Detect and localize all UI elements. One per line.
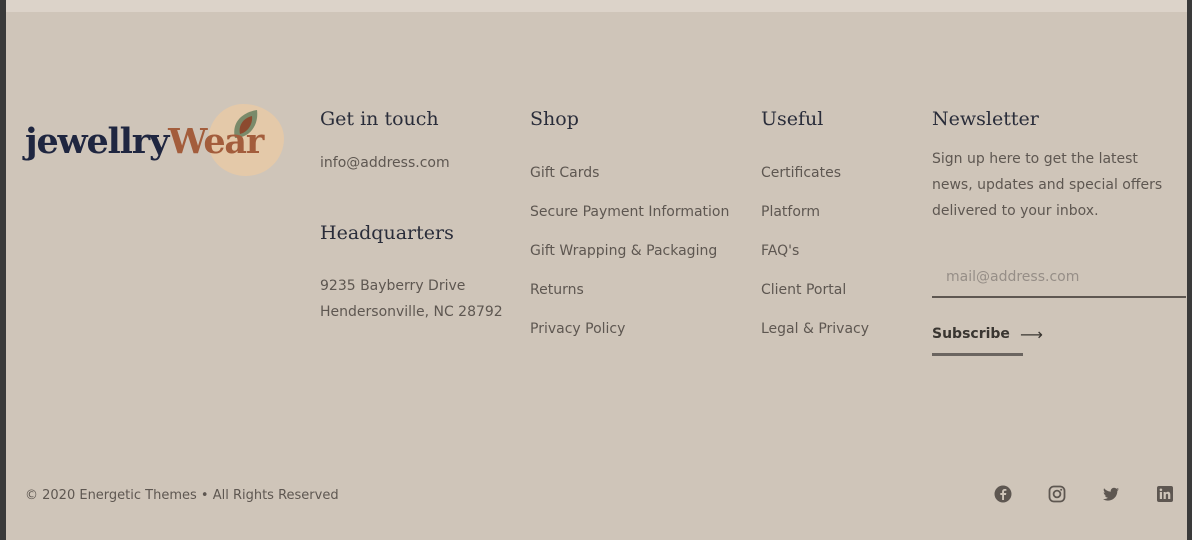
- shop-link-gift-cards[interactable]: Gift Cards: [530, 165, 599, 181]
- useful-heading: Useful: [761, 108, 824, 130]
- useful-link-platform[interactable]: Platform: [761, 204, 820, 220]
- instagram-icon[interactable]: [1048, 485, 1066, 503]
- twitter-icon[interactable]: [1102, 485, 1120, 503]
- top-divider: [6, 0, 1187, 12]
- address-line-1: 9235 Bayberry Drive: [320, 278, 466, 294]
- shop-link-gift-wrapping[interactable]: Gift Wrapping & Packaging: [530, 243, 717, 259]
- shop-link-secure-payment[interactable]: Secure Payment Information: [530, 204, 729, 220]
- useful-link-faqs[interactable]: FAQ's: [761, 243, 799, 259]
- shop-heading: Shop: [530, 108, 579, 130]
- address-line-2: Hendersonville, NC 28792: [320, 304, 503, 320]
- newsletter-email-input[interactable]: [932, 258, 1186, 298]
- subscribe-label: Subscribe: [932, 326, 1010, 342]
- newsletter-heading: Newsletter: [932, 108, 1039, 130]
- logo-text-dark: jewellry: [25, 121, 169, 162]
- contact-email-link[interactable]: info@address.com: [320, 155, 450, 171]
- logo-text-rust: Wear: [168, 121, 264, 162]
- useful-link-certificates[interactable]: Certificates: [761, 165, 841, 181]
- facebook-icon[interactable]: [994, 485, 1012, 503]
- subscribe-button[interactable]: Subscribe ⟶: [932, 326, 1043, 356]
- useful-link-client-portal[interactable]: Client Portal: [761, 282, 846, 298]
- headquarters-heading: Headquarters: [320, 222, 454, 244]
- arrow-right-icon: ⟶: [1019, 325, 1043, 344]
- logo-wordmark: jewellryWear: [25, 120, 264, 164]
- footer-section: jewellryWear Get in touch info@address.c…: [6, 0, 1187, 540]
- shop-link-returns[interactable]: Returns: [530, 282, 584, 298]
- newsletter-description: Sign up here to get the latest news, upd…: [932, 151, 1163, 219]
- get-in-touch-heading: Get in touch: [320, 108, 439, 130]
- useful-link-legal-privacy[interactable]: Legal & Privacy: [761, 321, 869, 337]
- brand-logo[interactable]: jewellryWear: [25, 104, 295, 180]
- linkedin-icon[interactable]: [1156, 485, 1174, 503]
- shop-link-privacy-policy[interactable]: Privacy Policy: [530, 321, 625, 337]
- copyright-text: © 2020 Energetic Themes • All Rights Res…: [25, 488, 339, 503]
